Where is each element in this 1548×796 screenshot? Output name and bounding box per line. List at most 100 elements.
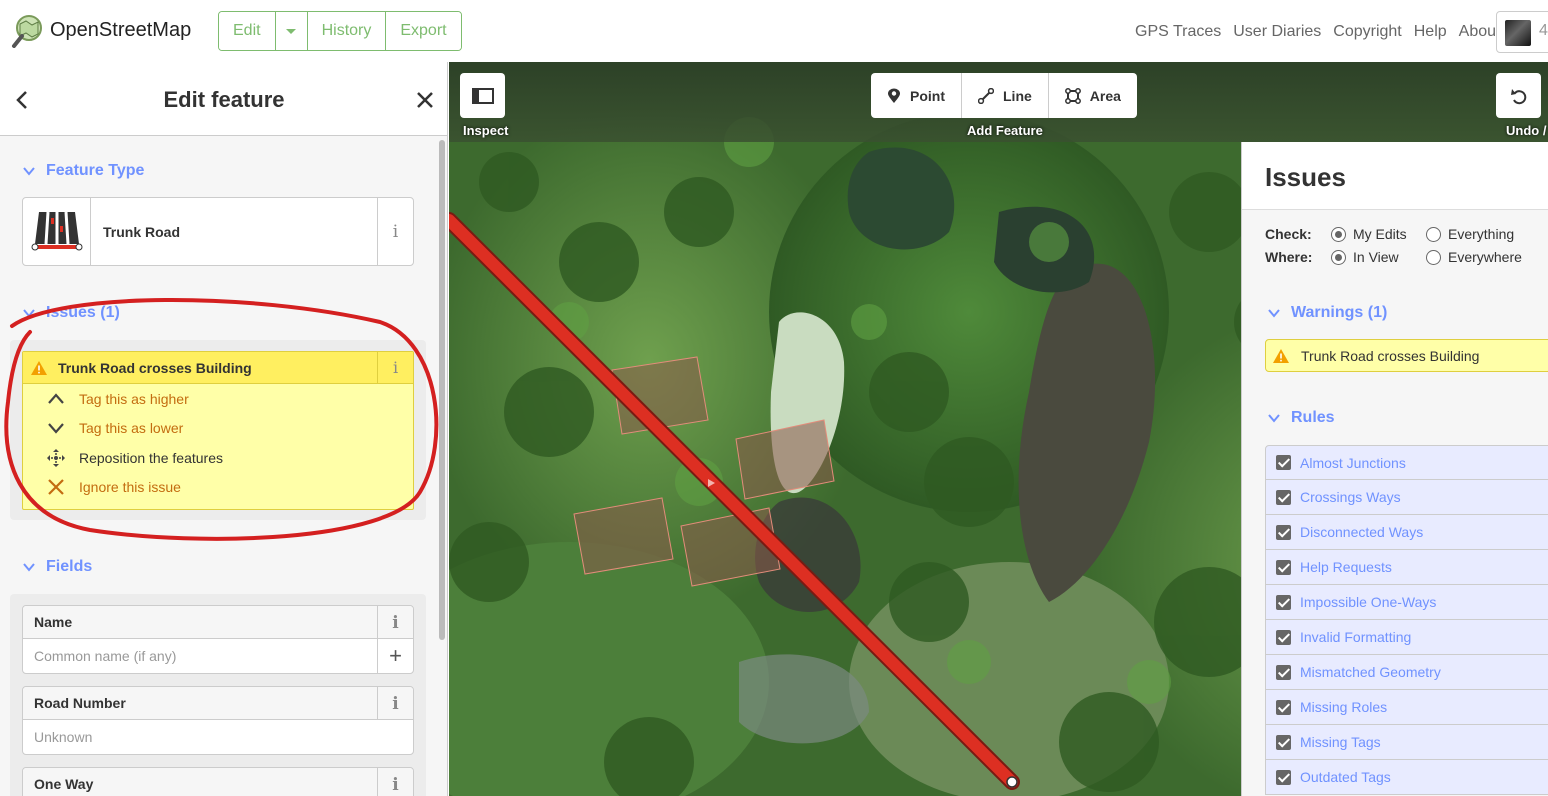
export-button[interactable]: Export	[386, 12, 461, 50]
field-label: One Way i	[23, 768, 413, 796]
checkbox-checked-icon	[1276, 489, 1291, 505]
sidebar-toggle-icon	[471, 87, 494, 104]
radio-in-view[interactable]: In View	[1331, 249, 1399, 265]
undo-button[interactable]	[1496, 73, 1541, 118]
section-label: Rules	[1291, 409, 1335, 426]
edit-feature-sidebar: Edit feature Feature Type Trunk Road i I…	[0, 62, 448, 796]
feature-info-button[interactable]: i	[377, 198, 413, 265]
add-localized-name-button[interactable]: +	[377, 639, 413, 673]
rule-label: Missing Roles	[1300, 699, 1388, 715]
field-name: Name i Common name (if any) +	[22, 605, 414, 674]
user-badge: 4	[1539, 22, 1548, 39]
warning-item[interactable]: Trunk Road crosses Building	[1265, 339, 1548, 372]
page-title: Edit feature	[163, 87, 285, 112]
edit-dropdown-button[interactable]	[275, 12, 308, 50]
field-label: Road Number i	[23, 687, 413, 720]
rule-invalid-formatting[interactable]: Invalid Formatting	[1265, 620, 1548, 655]
nav-link-copyright[interactable]: Copyright	[1333, 23, 1401, 41]
rule-label: Help Requests	[1300, 559, 1392, 575]
nav-link-user-diaries[interactable]: User Diaries	[1233, 23, 1321, 41]
section-rules[interactable]: Rules	[1267, 409, 1335, 427]
rule-missing-tags[interactable]: Missing Tags	[1265, 725, 1548, 760]
rule-label: Almost Junctions	[1300, 454, 1406, 471]
checkbox-checked-icon	[1276, 524, 1291, 540]
nav-links: GPS Traces User Diaries Copyright Help A…	[1135, 23, 1512, 41]
field-road-number: Road Number i Unknown	[22, 686, 414, 755]
rule-almost-junctions[interactable]: Almost Junctions	[1265, 445, 1548, 480]
radio-everywhere[interactable]: Everywhere	[1426, 249, 1522, 265]
close-icon[interactable]	[416, 91, 434, 109]
nav-link-help[interactable]: Help	[1414, 23, 1447, 41]
field-info-button[interactable]: i	[377, 768, 413, 796]
checkbox-checked-icon	[1276, 455, 1291, 470]
chevron-down-icon	[1268, 309, 1280, 318]
section-feature-type[interactable]: Feature Type	[22, 162, 144, 180]
radio-label: Everything	[1448, 226, 1515, 242]
rule-help-requests[interactable]: Help Requests	[1265, 550, 1548, 585]
osm-logo-icon[interactable]	[10, 14, 44, 48]
rule-outdated-tags[interactable]: Outdated Tags	[1265, 760, 1548, 795]
section-warnings[interactable]: Warnings (1)	[1267, 304, 1387, 322]
rule-label: Invalid Formatting	[1300, 629, 1412, 645]
chevron-down-icon	[23, 563, 35, 572]
radio-unchecked-icon	[1426, 249, 1441, 265]
area-icon	[1064, 87, 1081, 104]
checkbox-checked-icon	[1276, 734, 1291, 750]
undo-caption: Undo /	[1506, 123, 1547, 138]
radio-label: Everywhere	[1448, 249, 1522, 265]
brand-name[interactable]: OpenStreetMap	[50, 19, 191, 42]
rule-label: Missing Tags	[1300, 734, 1381, 750]
edit-button-group: Edit History Export	[218, 11, 462, 51]
caret-down-icon	[286, 28, 297, 34]
radio-my-edits[interactable]: My Edits	[1331, 226, 1407, 242]
field-info-button[interactable]: i	[377, 687, 413, 720]
issues-pane-title: Issues	[1265, 162, 1346, 192]
history-button[interactable]: History	[307, 12, 387, 50]
check-label: Check:	[1265, 226, 1312, 242]
rule-disconnected-ways[interactable]: Disconnected Ways	[1265, 515, 1548, 550]
nav-link-about[interactable]: About	[1459, 23, 1501, 41]
rule-label: Impossible One-Ways	[1300, 594, 1437, 610]
chevron-down-icon	[1268, 414, 1280, 423]
add-line-button[interactable]: Line	[962, 73, 1049, 118]
field-info-button[interactable]: i	[377, 606, 413, 639]
top-navigation: OpenStreetMap Edit History Export GPS Tr…	[0, 0, 1548, 62]
line-label: Line	[1003, 87, 1032, 104]
feature-type-selector[interactable]: Trunk Road i	[22, 197, 414, 266]
name-input[interactable]: Common name (if any) +	[23, 639, 413, 673]
feature-type-name: Trunk Road	[103, 223, 181, 240]
rules-list: Almost Junctions Crossings Ways Disconne…	[1265, 445, 1548, 795]
field-label-text: Road Number	[34, 695, 126, 711]
radio-checked-icon	[1331, 249, 1346, 265]
radio-checked-icon	[1331, 226, 1346, 242]
add-point-button[interactable]: Point	[871, 73, 962, 118]
rule-label: Disconnected Ways	[1300, 524, 1424, 540]
rule-label: Outdated Tags	[1300, 769, 1391, 785]
add-area-button[interactable]: Area	[1049, 73, 1137, 118]
section-label: Warnings (1)	[1291, 304, 1388, 321]
undo-icon	[1510, 88, 1526, 104]
plus-icon: +	[389, 643, 402, 668]
radio-everything[interactable]: Everything	[1426, 226, 1514, 242]
line-icon	[978, 87, 994, 104]
inspect-button[interactable]	[460, 73, 505, 118]
checkbox-checked-icon	[1276, 664, 1291, 680]
annotation-ellipse	[4, 298, 439, 541]
rule-impossible-oneways[interactable]: Impossible One-Ways	[1265, 585, 1548, 620]
radio-unchecked-icon	[1426, 226, 1441, 242]
radio-label: In View	[1353, 249, 1399, 265]
point-icon	[888, 88, 900, 103]
section-fields[interactable]: Fields	[22, 558, 92, 576]
checkbox-checked-icon	[1276, 629, 1291, 645]
point-label: Point	[910, 87, 945, 104]
rule-crossing-ways[interactable]: Crossings Ways	[1265, 480, 1548, 515]
rule-mismatched-geometry[interactable]: Mismatched Geometry	[1265, 655, 1548, 690]
rule-label: Mismatched Geometry	[1300, 664, 1441, 680]
road-number-input[interactable]: Unknown	[23, 720, 413, 754]
warning-icon	[1273, 348, 1289, 363]
nav-link-gps-traces[interactable]: GPS Traces	[1135, 23, 1221, 41]
user-menu[interactable]: 4	[1496, 11, 1548, 53]
rule-missing-roles[interactable]: Missing Roles	[1265, 690, 1548, 725]
edit-button[interactable]: Edit	[219, 12, 276, 50]
radio-label: My Edits	[1353, 226, 1407, 242]
